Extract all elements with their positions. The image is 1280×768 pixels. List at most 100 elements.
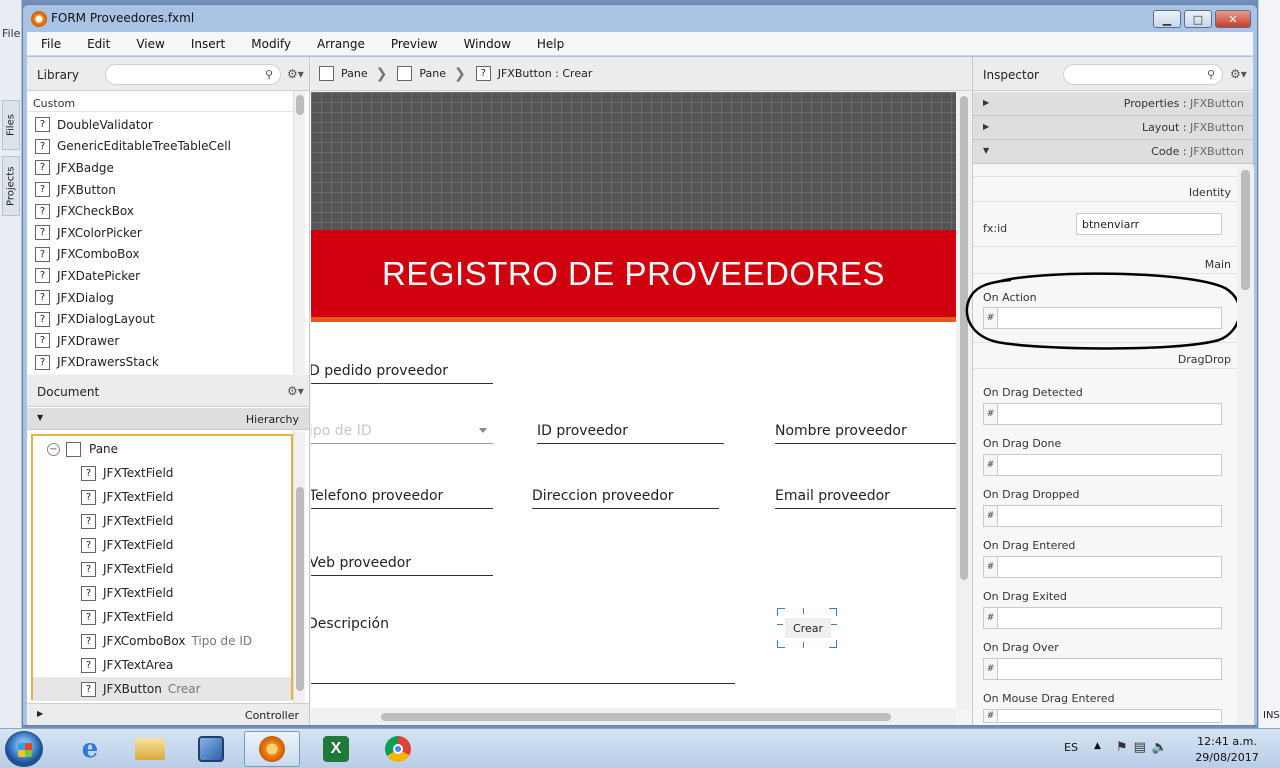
selection-handle[interactable] — [829, 608, 837, 616]
nombre-proveedor-field[interactable]: Nombre proveedor — [775, 423, 956, 444]
excel-button[interactable]: X — [308, 731, 364, 767]
inspector-scrollbar[interactable] — [1237, 166, 1254, 725]
library-item[interactable]: ? JFXColorPicker — [27, 222, 293, 244]
menu-insert[interactable]: Insert — [178, 37, 238, 51]
properties-section-header[interactable]: ▶ Properties : JFXButton — [973, 92, 1253, 116]
title-bar[interactable]: FORM Proveedores.fxml ▁ □ ✕ — [23, 5, 1257, 32]
tree-node[interactable]: ? JFXTextArea — [81, 653, 173, 677]
menu-help[interactable]: Help — [524, 37, 577, 51]
library-scrollbar[interactable] — [293, 91, 305, 374]
collapse-icon[interactable]: − — [47, 442, 60, 456]
library-item[interactable]: ? JFXDatePicker — [27, 265, 293, 287]
library-item[interactable]: ? GenericEditableTreeTableCell — [27, 136, 293, 158]
virtualbox-button[interactable] — [183, 731, 239, 767]
selection-handle[interactable] — [777, 608, 785, 616]
tipo-id-combobox[interactable]: ipo de ID — [311, 423, 493, 444]
show-hidden-icons-icon[interactable]: ▲ — [1094, 741, 1101, 751]
menu-file[interactable]: File — [27, 37, 74, 51]
library-item[interactable]: ? JFXDialogLayout — [27, 308, 293, 330]
inspector-search-input[interactable]: ⚲ — [1063, 64, 1223, 85]
web-proveedor-field[interactable]: Veb proveedor — [311, 555, 493, 576]
scene-builder-taskbar-button[interactable] — [244, 731, 300, 767]
library-item[interactable]: ? JFXDrawersStack — [27, 352, 293, 374]
email-proveedor-field[interactable]: Email proveedor — [775, 488, 956, 509]
telefono-proveedor-field[interactable]: Telefono proveedor — [311, 488, 493, 509]
tree-node[interactable]: ? JFXTextField — [81, 557, 173, 581]
gear-icon[interactable]: ⚙▾ — [287, 384, 304, 398]
library-item[interactable]: ? JFXBadge — [27, 157, 293, 179]
on-drag-over-input[interactable]: # — [983, 658, 1222, 680]
tree-node[interactable]: ? JFXTextField — [81, 509, 173, 533]
on-drag-dropped-input[interactable]: # — [983, 505, 1222, 527]
canvas-vscroll-thumb[interactable] — [960, 96, 968, 580]
hierarchy-bar[interactable]: ▼ Hierarchy — [27, 408, 309, 430]
breadcrumb-item[interactable]: Pane ❯ — [319, 66, 397, 82]
crear-button[interactable]: Crear — [785, 618, 831, 638]
library-item[interactable]: ? JFXDrawer — [27, 330, 293, 352]
design-canvas[interactable]: REGISTRO DE PROVEEDORES D pedido proveed… — [311, 92, 956, 708]
menu-preview[interactable]: Preview — [378, 37, 451, 51]
tray-icons[interactable]: ⚑▤🔈 — [1116, 740, 1174, 755]
selection-handle[interactable] — [803, 642, 811, 648]
selection-handle[interactable] — [831, 624, 837, 625]
canvas-horizontal-scrollbar[interactable] — [311, 709, 956, 725]
file-explorer-button[interactable] — [122, 731, 178, 767]
on-drag-done-input[interactable]: # — [983, 454, 1222, 476]
tree-node[interactable]: ? JFXTextField — [81, 533, 173, 557]
on-drag-entered-input[interactable]: # — [983, 556, 1222, 578]
controller-bar[interactable]: ▶ Controller — [27, 703, 309, 725]
menu-window[interactable]: Window — [451, 37, 524, 51]
tree-node[interactable]: ? JFXTextField — [81, 461, 173, 485]
canvas-vertical-scrollbar[interactable] — [957, 92, 971, 709]
menu-edit[interactable]: Edit — [74, 37, 123, 51]
projects-tab[interactable]: Projects — [2, 156, 20, 216]
on-mouse-drag-entered-input[interactable]: # — [983, 709, 1222, 723]
document-scrollbar[interactable] — [293, 431, 305, 703]
selection-handle[interactable] — [777, 624, 783, 625]
library-item[interactable]: ? JFXButton — [27, 179, 293, 201]
library-item[interactable]: ? JFXComboBox — [27, 244, 293, 266]
start-button[interactable] — [5, 731, 43, 767]
language-indicator[interactable]: ES — [1064, 741, 1078, 754]
menu-arrange[interactable]: Arrange — [304, 37, 378, 51]
gear-icon[interactable]: ⚙▾ — [287, 67, 304, 81]
maximize-button[interactable]: □ — [1184, 10, 1212, 28]
id-proveedor-field[interactable]: ID proveedor — [537, 423, 724, 444]
library-item[interactable]: ? JFXDialog — [27, 287, 293, 309]
on-drag-exited-input[interactable]: # — [983, 607, 1222, 629]
code-section-header[interactable]: ▼ Code : JFXButton — [973, 140, 1253, 164]
selection-handle[interactable] — [777, 640, 785, 648]
tree-node[interactable]: ? JFXTextField — [81, 581, 173, 605]
on-drag-detected-input[interactable]: # — [983, 403, 1222, 425]
breadcrumb-item[interactable]: ? JFXButton : Crear — [475, 66, 592, 81]
tree-node[interactable]: ? JFXTextField — [81, 485, 173, 509]
menu-view[interactable]: View — [123, 37, 177, 51]
chrome-button[interactable] — [370, 731, 426, 767]
tree-node[interactable]: ? JFXTextField — [81, 605, 173, 629]
crear-button-selected[interactable]: Crear — [777, 608, 837, 648]
tree-node[interactable]: − Pane — [47, 437, 118, 461]
selection-handle[interactable] — [803, 608, 811, 614]
minimize-button[interactable]: ▁ — [1153, 10, 1181, 28]
library-item[interactable]: ? JFXCheckBox — [27, 200, 293, 222]
tree-node[interactable]: ? JFXComboBox Tipo de ID — [81, 629, 252, 653]
tree-node-selected[interactable]: ? JFXButton Crear — [33, 677, 291, 701]
library-scroll-thumb[interactable] — [296, 95, 304, 115]
library-item[interactable]: ? DoubleValidator — [27, 114, 293, 136]
id-pedido-field[interactable]: D pedido proveedor — [311, 363, 493, 384]
background-file-menu[interactable]: File — [2, 27, 20, 40]
on-action-input[interactable]: # — [983, 307, 1222, 329]
canvas-hscroll-thumb[interactable] — [381, 713, 891, 721]
layout-section-header[interactable]: ▶ Layout : JFXButton — [973, 116, 1253, 140]
gear-icon[interactable]: ⚙▾ — [1230, 67, 1247, 81]
descripcion-textarea[interactable]: Descripción — [311, 616, 735, 684]
library-search-input[interactable]: ⚲ — [105, 64, 281, 85]
inspector-scroll-thumb[interactable] — [1241, 170, 1250, 290]
fxid-input[interactable]: btnenviarr — [1076, 213, 1222, 235]
files-tab[interactable]: Files — [2, 100, 20, 150]
direccion-proveedor-field[interactable]: Direccion proveedor — [532, 488, 719, 509]
selection-handle[interactable] — [829, 640, 837, 648]
breadcrumb-item[interactable]: Pane ❯ — [397, 66, 475, 82]
close-button[interactable]: ✕ — [1215, 10, 1251, 28]
document-scroll-thumb[interactable] — [296, 487, 304, 691]
